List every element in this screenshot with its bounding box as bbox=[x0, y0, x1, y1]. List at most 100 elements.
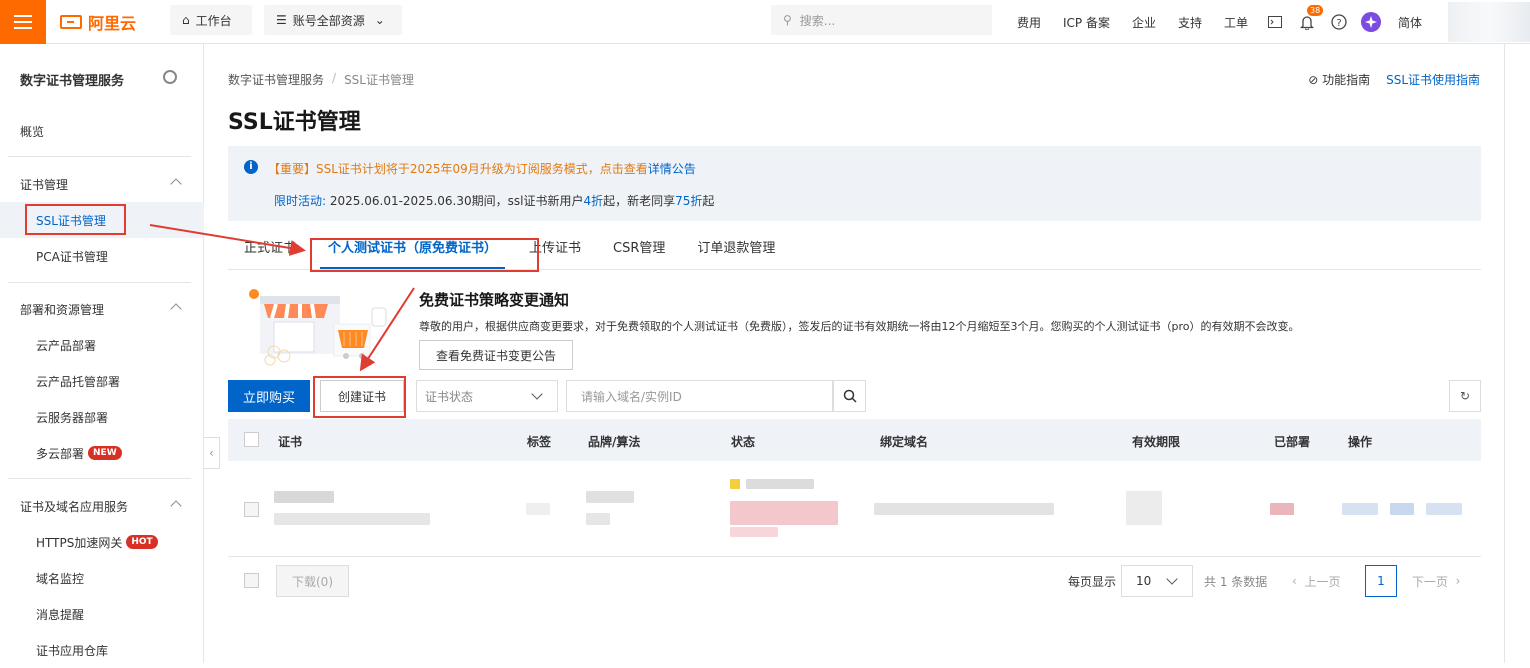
sidebar: 数字证书管理服务 概览 证书管理 SSL证书管理 PCA证书管理 部署和资源管理… bbox=[0, 44, 204, 663]
search-button[interactable] bbox=[833, 380, 866, 412]
main-content: 数字证书管理服务 / SSL证书管理 ⊘ 功能指南 SSL证书使用指南 SSL证… bbox=[204, 44, 1504, 663]
view-change-notice-button[interactable]: 查看免费证书变更公告 bbox=[419, 340, 574, 370]
col-brand: 品牌/算法 bbox=[588, 435, 641, 449]
help-icon[interactable]: ? bbox=[1323, 14, 1355, 30]
promo-label: 限时活动: bbox=[274, 194, 327, 208]
chevron-right-icon: › bbox=[1448, 574, 1461, 588]
notice-detail-link[interactable]: 详情公告 bbox=[648, 162, 696, 176]
sidebar-item-label: 域名监控 bbox=[36, 571, 85, 586]
sidebar-item-label: 消息提醒 bbox=[36, 607, 85, 622]
col-tags: 标签 bbox=[527, 435, 552, 449]
action-link[interactable] bbox=[1342, 503, 1378, 515]
workbench-button[interactable]: ⌂ 工作台 bbox=[170, 5, 252, 35]
footer-checkbox[interactable] bbox=[244, 573, 259, 588]
sidebar-group-cert-management[interactable]: 证书管理 bbox=[0, 166, 204, 202]
page-title: SSL证书管理 bbox=[228, 110, 361, 135]
breadcrumb-item-service[interactable]: 数字证书管理服务 bbox=[228, 71, 324, 88]
promo-discount-1: 4折 bbox=[583, 194, 604, 208]
sidebar-item-pca-cert[interactable]: PCA证书管理 bbox=[0, 238, 204, 274]
next-page-button[interactable]: 下一页 › bbox=[1412, 565, 1460, 597]
bell-icon[interactable]: 38 bbox=[1291, 4, 1324, 30]
account-scope-select[interactable]: ☰ 账号全部资源 ⌄ bbox=[264, 5, 402, 35]
feature-guide-label: 功能指南 bbox=[1322, 73, 1371, 87]
feature-guide-link[interactable]: ⊘ 功能指南 bbox=[1308, 71, 1370, 88]
ai-assistant-icon[interactable] bbox=[1355, 12, 1387, 32]
annotation-box-create-button bbox=[313, 376, 406, 418]
terminal-icon[interactable] bbox=[1259, 16, 1291, 28]
aliyun-logo-mark bbox=[60, 15, 82, 29]
notice-line-1: 【重要】SSL证书计划将于2025年09月升级为订阅服务模式，点击查看详情公告 bbox=[268, 160, 696, 177]
sidebar-item-cloud-product-deploy[interactable]: 云产品部署 bbox=[0, 327, 204, 363]
sidebar-item-overview[interactable]: 概览 bbox=[0, 113, 204, 149]
promo-title: 免费证书策略变更通知 bbox=[419, 291, 570, 309]
top-link-enterprise[interactable]: 企业 bbox=[1121, 14, 1167, 31]
table-row bbox=[228, 461, 1481, 557]
avatar[interactable] bbox=[1448, 2, 1530, 42]
action-link[interactable] bbox=[1390, 503, 1414, 515]
language-switch[interactable]: 简体 bbox=[1387, 14, 1433, 31]
promo-discount-2: 75折 bbox=[675, 194, 703, 208]
tab-csr[interactable]: CSR管理 bbox=[597, 234, 681, 270]
divider bbox=[8, 478, 191, 479]
sidebar-title: 数字证书管理服务 bbox=[20, 74, 125, 89]
breadcrumb-separator: / bbox=[332, 71, 337, 85]
total-count: 共 1 条数据 bbox=[1204, 574, 1268, 589]
promo-text: 起 bbox=[702, 194, 715, 208]
chevron-up-icon bbox=[170, 178, 182, 190]
sidebar-group-label: 证书管理 bbox=[20, 177, 69, 192]
chevron-down-icon bbox=[1166, 573, 1178, 585]
ssl-guide-link[interactable]: SSL证书使用指南 bbox=[1386, 71, 1480, 88]
top-link-billing[interactable]: 费用 bbox=[1006, 14, 1052, 31]
select-all-checkbox[interactable] bbox=[244, 432, 259, 447]
promo-description: 尊敬的用户，根据供应商变更要求，对于免费领取的个人测试证书（免费版），签发后的证… bbox=[419, 320, 1300, 333]
per-page-value: 10 bbox=[1136, 574, 1152, 588]
compass-icon: ⊘ bbox=[1308, 73, 1323, 87]
page-number[interactable]: 1 bbox=[1365, 565, 1397, 597]
breadcrumb-item-ssl: SSL证书管理 bbox=[344, 73, 414, 87]
blurred-cert-id bbox=[274, 513, 430, 525]
sidebar-item-multicloud-deploy[interactable]: 多云部署 NEW bbox=[0, 435, 204, 471]
list-icon: ☰ bbox=[276, 13, 287, 27]
annotation-box-test-cert-tab bbox=[310, 238, 539, 272]
annotation-box-ssl-menu bbox=[25, 204, 126, 235]
status-dot bbox=[730, 479, 740, 489]
search-icon bbox=[843, 389, 857, 403]
hamburger-menu-icon[interactable] bbox=[0, 0, 46, 44]
gear-icon[interactable] bbox=[163, 70, 177, 84]
action-link[interactable] bbox=[1426, 503, 1462, 515]
sidebar-group-domain-services[interactable]: 证书及域名应用服务 bbox=[0, 488, 204, 524]
blurred-expiry bbox=[1126, 491, 1162, 525]
refresh-button[interactable]: ↻ bbox=[1449, 380, 1481, 412]
sidebar-item-label: 云产品部署 bbox=[36, 338, 97, 353]
blurred-status-detail bbox=[730, 527, 778, 537]
top-link-ticket[interactable]: 工单 bbox=[1213, 14, 1259, 31]
top-link-support[interactable]: 支持 bbox=[1167, 14, 1213, 31]
tab-refund[interactable]: 订单退款管理 bbox=[681, 234, 791, 270]
global-search-input[interactable]: ⚲ 搜索... bbox=[771, 5, 992, 35]
blurred-brand bbox=[586, 491, 634, 503]
sidebar-item-message-alert[interactable]: 消息提醒 bbox=[0, 596, 204, 632]
sidebar-item-label: 证书应用仓库 bbox=[36, 643, 109, 658]
domain-search-input[interactable]: 请输入域名/实例ID bbox=[566, 380, 833, 412]
aliyun-logo[interactable]: 阿里云 bbox=[60, 11, 136, 33]
notification-badge: 38 bbox=[1307, 4, 1324, 16]
per-page-select[interactable]: 10 bbox=[1121, 565, 1193, 597]
prev-page-button[interactable]: ‹ 上一页 bbox=[1292, 565, 1340, 597]
sidebar-item-domain-monitor[interactable]: 域名监控 bbox=[0, 560, 204, 596]
sidebar-item-hosted-deploy[interactable]: 云产品托管部署 bbox=[0, 363, 204, 399]
sidebar-item-label: 云产品托管部署 bbox=[36, 374, 121, 389]
sidebar-group-deploy[interactable]: 部署和资源管理 bbox=[0, 291, 204, 327]
cert-status-select[interactable]: 证书状态 bbox=[416, 380, 558, 412]
sidebar-item-server-deploy[interactable]: 云服务器部署 bbox=[0, 399, 204, 435]
refresh-icon: ↻ bbox=[1459, 389, 1471, 403]
divider bbox=[8, 282, 191, 283]
help-links: ⊘ 功能指南 SSL证书使用指南 bbox=[1308, 71, 1480, 88]
row-checkbox[interactable] bbox=[244, 502, 259, 517]
tab-official-cert[interactable]: 正式证书 bbox=[228, 234, 312, 270]
search-placeholder: 搜索... bbox=[799, 13, 836, 28]
sidebar-item-https-gateway[interactable]: HTTPS加速网关 HOT bbox=[0, 524, 204, 560]
top-link-icp[interactable]: ICP 备案 bbox=[1052, 14, 1121, 31]
buy-now-button[interactable]: 立即购买 bbox=[228, 380, 310, 412]
new-badge: NEW bbox=[88, 446, 122, 460]
search-icon: ⚲ bbox=[783, 13, 792, 27]
